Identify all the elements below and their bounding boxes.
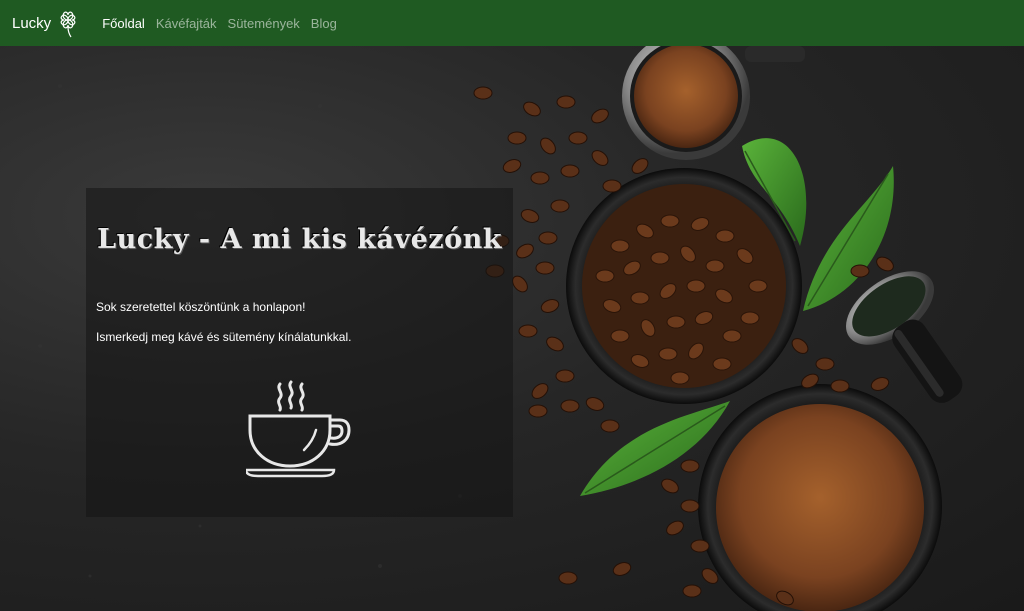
brand-link[interactable]: Lucky	[12, 7, 79, 39]
nav-link-fooldal[interactable]: Főoldal	[102, 16, 145, 31]
clover-icon	[60, 11, 76, 38]
nav-link-blog[interactable]: Blog	[311, 16, 337, 31]
page-title: Lucky - A mi kis kávézónk	[97, 224, 502, 255]
nav-link-kavefajtak[interactable]: Kávéfajták	[156, 16, 217, 31]
nav-links: Főoldal Kávéfajták Sütemények Blog	[102, 16, 348, 31]
brand-name: Lucky	[12, 14, 52, 32]
intro-text: Ismerkedj meg kávé és sütemény kínálatun…	[96, 330, 352, 344]
welcome-panel: Lucky - A mi kis kávézónk Sok szeretette…	[86, 188, 513, 517]
nav-link-sutemenyek[interactable]: Sütemények	[228, 16, 300, 31]
coffee-cup-icon	[246, 380, 351, 478]
navbar: Lucky Főoldal Kávéfajták Sütemények Blog	[0, 0, 1024, 46]
hero-section: Lucky - A mi kis kávézónk Sok szeretette…	[0, 46, 1024, 611]
welcome-text: Sok szeretettel köszöntünk a honlapon!	[96, 300, 306, 314]
